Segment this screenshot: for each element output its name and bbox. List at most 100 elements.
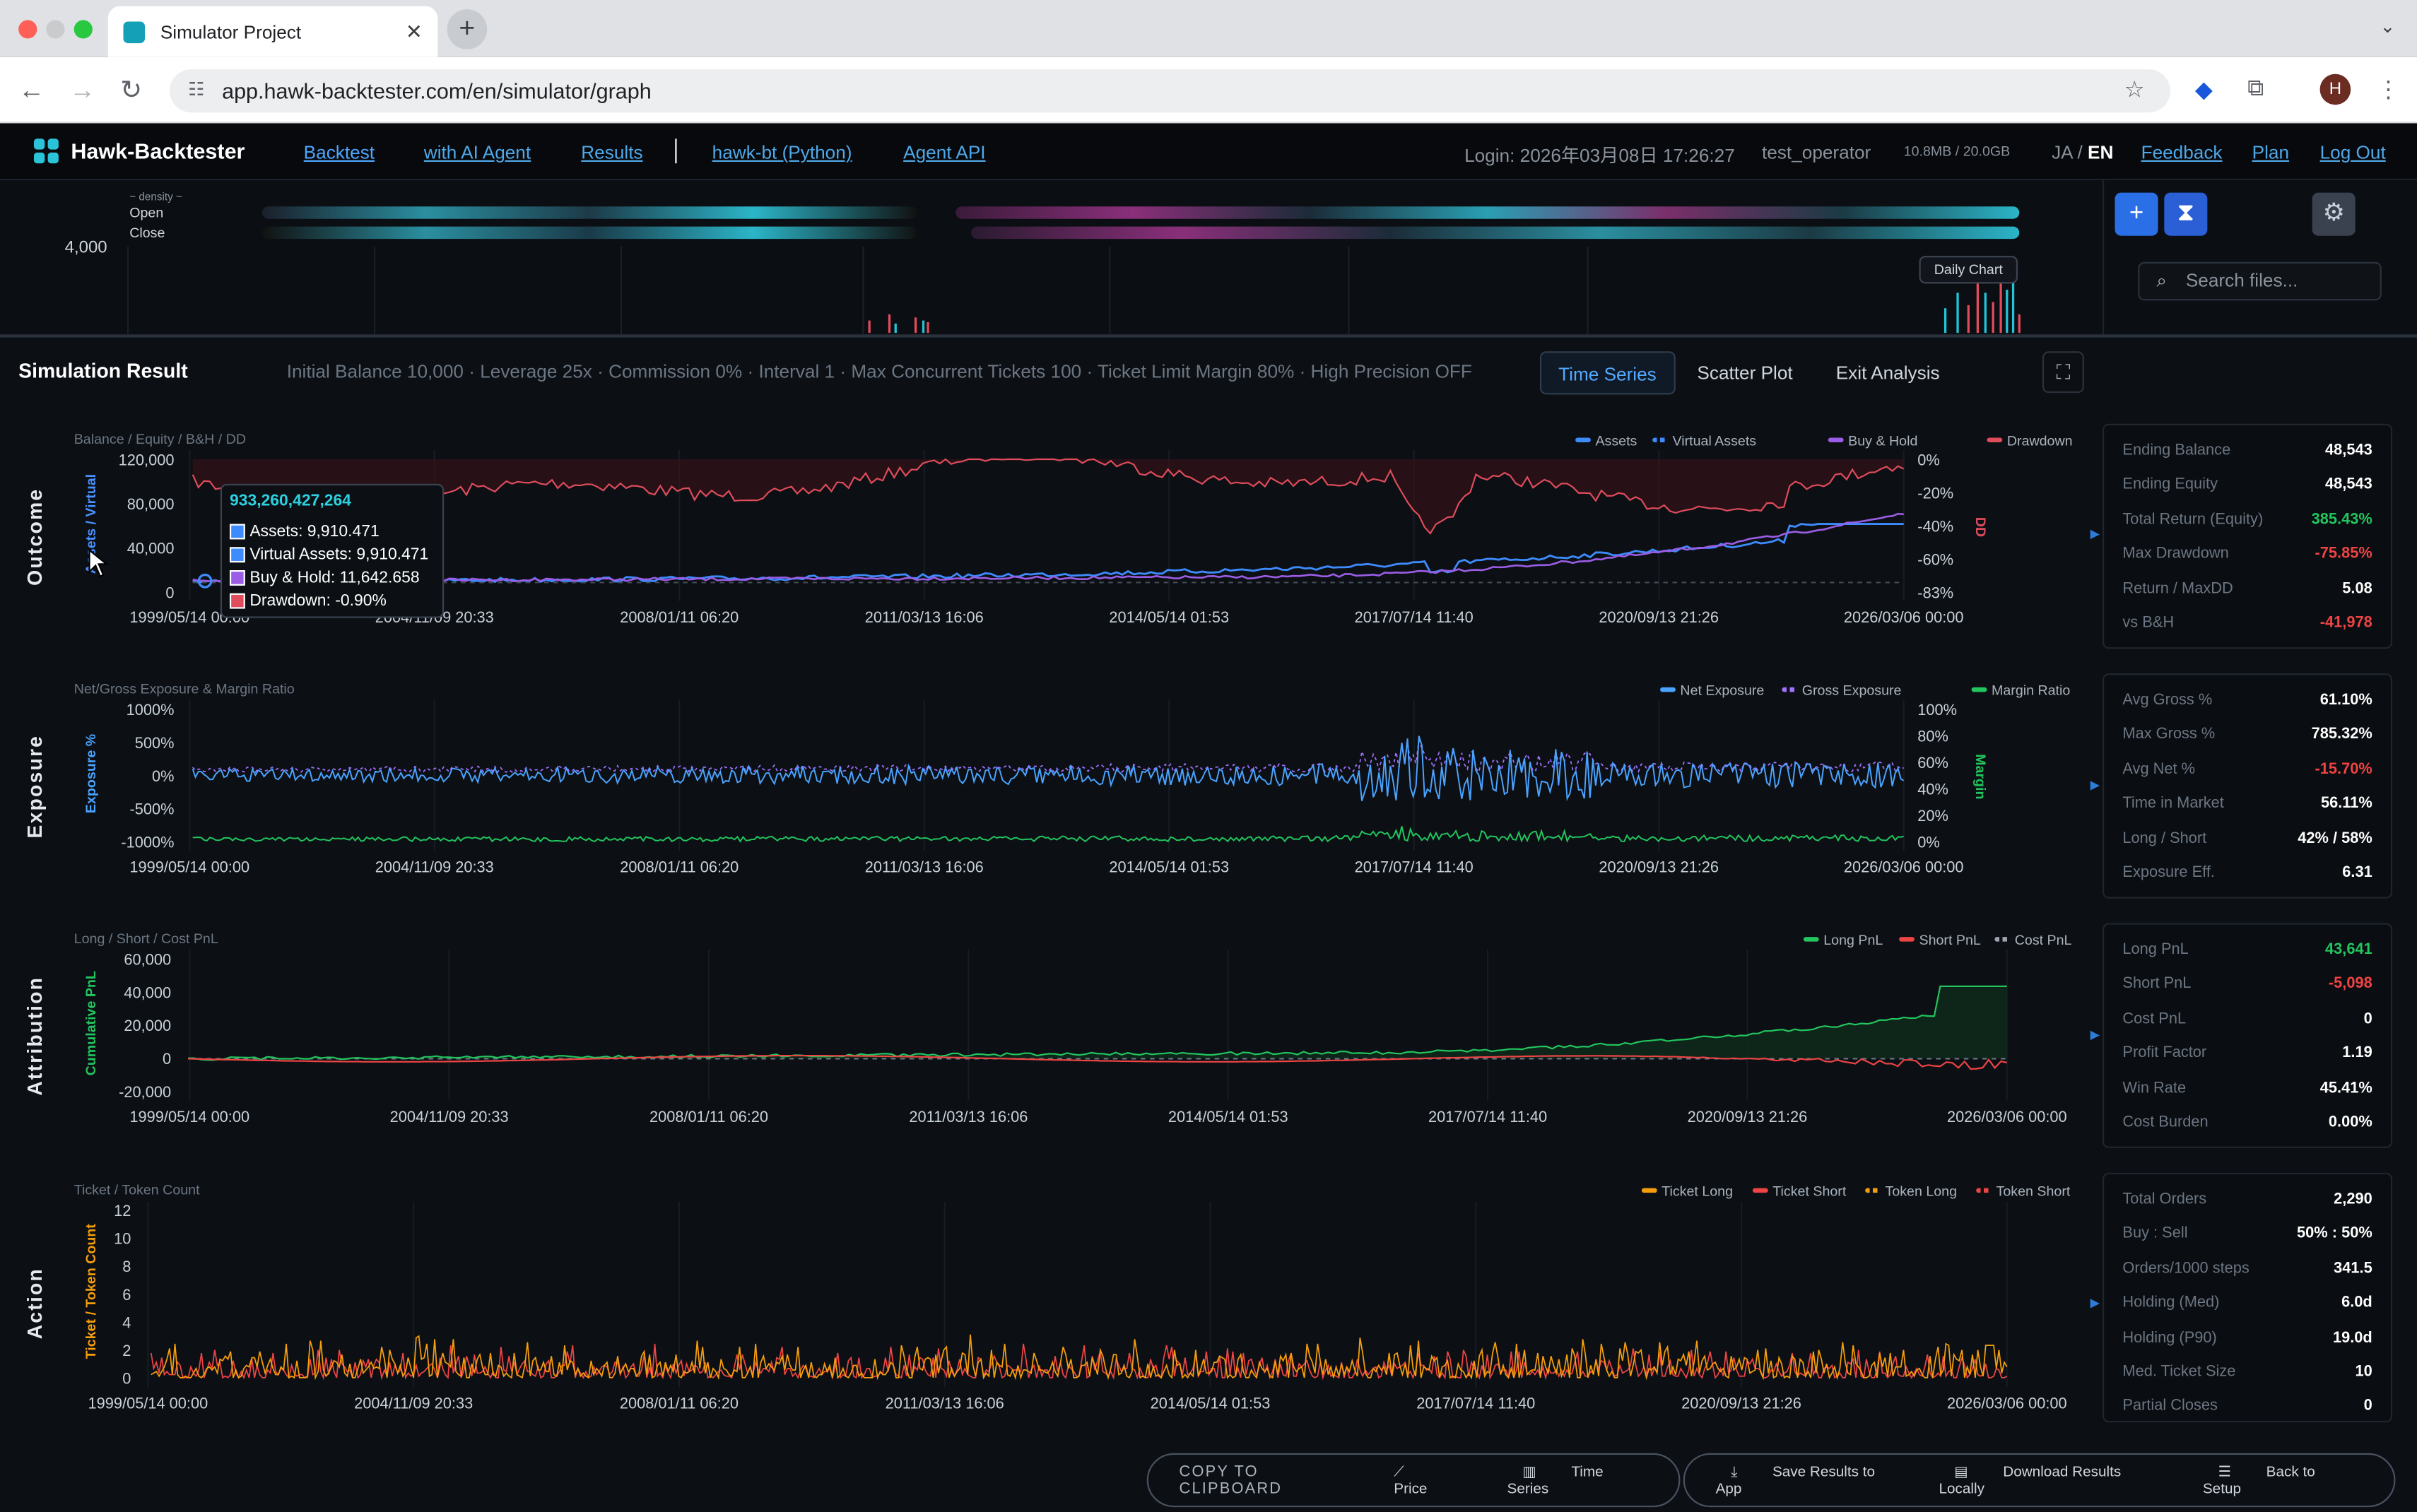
nav-ai-agent[interactable]: with AI Agent bbox=[424, 142, 531, 164]
copy-time-series-button[interactable]: ▥ Time Series bbox=[1507, 1463, 1648, 1497]
browser-tab[interactable]: Simulator Project ✕ bbox=[107, 6, 438, 57]
back-icon[interactable]: ← bbox=[18, 76, 45, 107]
browser-toolbar: ← → ↻ ☷ app.hawk-backtester.com/en/simul… bbox=[0, 57, 2417, 124]
outcome-chart-header: Balance / Equity / B&H / DD bbox=[73, 431, 246, 447]
attribution-chart[interactable]: 1999/05/14 00:00 2004/11/09 20:33 2008/01/… bbox=[61, 946, 2081, 1131]
expand-stats-arrow-icon[interactable]: ▶ bbox=[2090, 778, 2100, 792]
legend-buy-hold[interactable]: Buy & Hold bbox=[1828, 433, 1917, 449]
add-button[interactable]: + bbox=[2115, 192, 2158, 236]
site-info-icon[interactable]: ☷ bbox=[188, 78, 204, 100]
close-window-button[interactable] bbox=[18, 20, 37, 39]
tab-close-icon[interactable]: ✕ bbox=[406, 19, 423, 44]
legend-long-pnl[interactable]: Long PnL bbox=[1803, 933, 1883, 947]
expand-stats-arrow-icon[interactable]: ▶ bbox=[2090, 527, 2100, 541]
stat-row: Ending Balance 48,543 bbox=[2122, 442, 2372, 464]
minimize-window-button[interactable] bbox=[46, 20, 65, 39]
attribution-stats: Long PnL 43,641 Short PnL -5,098 Cost PnL 0 Pr… bbox=[2103, 923, 2393, 1148]
download-results-button[interactable]: ▤ Download Results Locally bbox=[1939, 1463, 2172, 1497]
address-bar[interactable]: ☷ app.hawk-backtester.com/en/simulator/g… bbox=[169, 69, 2171, 113]
tooltip-drawdown: Drawdown: -0.90% bbox=[229, 589, 435, 612]
new-tab-button[interactable]: + bbox=[447, 9, 488, 49]
settings-gear-icon[interactable]: ⚙ bbox=[2312, 192, 2356, 236]
net-exposure-line bbox=[192, 736, 1905, 801]
simulation-settings-summary: Initial Balance 10,000 · Leverage 25x · … bbox=[286, 360, 1472, 382]
stat-row: Exposure Eff. 6.31 bbox=[2122, 865, 2372, 887]
copy-price-button[interactable]: ⟋ Price bbox=[1378, 1463, 1476, 1497]
stat-row: Ending Equity 48,543 bbox=[2122, 477, 2372, 499]
browser-menu-icon[interactable]: ⋮ bbox=[2377, 76, 2400, 103]
legend-cost-pnl[interactable]: Cost PnL bbox=[1994, 933, 2071, 947]
search-icon: ⌕ bbox=[2156, 269, 2168, 292]
expand-stats-arrow-icon[interactable]: ▶ bbox=[2090, 1028, 2100, 1042]
back-to-setup-button[interactable]: ☰ Back to Setup bbox=[2203, 1463, 2363, 1497]
action-chart[interactable]: 1999/05/14 00:00 2004/11/09 20:33 2008/01/… bbox=[61, 1199, 2081, 1414]
x-tick-label: 2014/05/14 01:53 bbox=[1109, 608, 1229, 626]
expand-stats-arrow-icon[interactable]: ▶ bbox=[2090, 1296, 2100, 1310]
legend-virtual-assets[interactable]: Virtual Assets bbox=[1652, 433, 1756, 449]
y-tick-label: 4 bbox=[122, 1313, 131, 1331]
tab-scatter-plot[interactable]: Scatter Plot bbox=[1680, 351, 1809, 394]
legend-gross-exposure[interactable]: Gross Exposure bbox=[1782, 683, 1901, 698]
nav-results[interactable]: Results bbox=[581, 142, 642, 164]
tooltip-assets: Assets: 9,910.471 bbox=[229, 519, 435, 543]
language-switch[interactable]: JA / EN bbox=[2052, 142, 2113, 164]
feedback-link[interactable]: Feedback bbox=[2141, 142, 2223, 164]
bookmark-star-icon[interactable]: ☆ bbox=[2124, 76, 2145, 103]
maximize-window-button[interactable] bbox=[73, 20, 93, 39]
fullscreen-icon[interactable]: ⛶ bbox=[2042, 351, 2084, 394]
tab-time-series[interactable]: Time Series bbox=[1539, 351, 1675, 395]
legend-assets[interactable]: Assets bbox=[1575, 433, 1637, 449]
open-density-label: Open bbox=[129, 205, 164, 220]
reload-icon[interactable]: ↻ bbox=[120, 76, 142, 107]
tab-search-chevron-icon[interactable]: ⌄ bbox=[2380, 16, 2396, 37]
stat-row: Med. Ticket Size 10 bbox=[2122, 1364, 2372, 1386]
download-icon: ⤓ bbox=[1731, 1463, 1738, 1480]
lang-ja[interactable]: JA bbox=[2052, 142, 2072, 164]
extension-shield-icon[interactable]: ◆ bbox=[2195, 76, 2213, 103]
logout-link[interactable]: Log Out bbox=[2320, 142, 2386, 164]
file-search-input[interactable]: ⌕ Search files... bbox=[2138, 261, 2382, 301]
y-tick-label: 80,000 bbox=[127, 495, 175, 513]
hourglass-icon[interactable]: ⧗ bbox=[2164, 192, 2208, 236]
legend-drawdown[interactable]: Drawdown bbox=[1987, 433, 2073, 449]
stat-row: Avg Net % -15.70% bbox=[2122, 761, 2372, 783]
forward-icon[interactable]: → bbox=[69, 76, 95, 107]
x-tick-label: 2026/03/06 00:00 bbox=[1947, 1395, 2067, 1412]
axis-title: DD bbox=[1972, 517, 1988, 537]
nav-agent-api[interactable]: Agent API bbox=[903, 142, 985, 164]
profile-avatar[interactable]: H bbox=[2319, 73, 2351, 105]
stat-label: Med. Ticket Size bbox=[2122, 1364, 2236, 1381]
lang-en[interactable]: EN bbox=[2088, 142, 2113, 164]
y-tick-label: 2 bbox=[122, 1342, 131, 1359]
daily-chart-button[interactable]: Daily Chart bbox=[1919, 256, 2018, 284]
legend-ticket-long[interactable]: Ticket Long bbox=[1641, 1183, 1733, 1199]
nav-python[interactable]: hawk-bt (Python) bbox=[712, 142, 852, 164]
y-tick-label: 60% bbox=[1917, 754, 1948, 772]
copy-to-clipboard-button[interactable]: COPY TO CLIPBOARD bbox=[1180, 1463, 1348, 1497]
stat-label: Max Drawdown bbox=[2122, 545, 2229, 563]
x-tick-label: 2017/07/14 11:40 bbox=[1428, 1108, 1547, 1126]
y-tick-label: -60% bbox=[1917, 550, 1953, 568]
save-results-button[interactable]: ⤓ Save Results to App bbox=[1716, 1463, 1908, 1497]
legend-token-long[interactable]: Token Long bbox=[1865, 1183, 1957, 1199]
stat-value: 0 bbox=[2363, 1010, 2372, 1028]
y-tick-label: -1000% bbox=[121, 834, 174, 851]
x-tick-label: 2026/03/06 00:00 bbox=[1844, 608, 1964, 626]
x-tick-label: 2017/07/14 11:40 bbox=[1355, 858, 1474, 876]
stat-row: Long / Short 42% / 58% bbox=[2122, 830, 2372, 852]
legend-token-short[interactable]: Token Short bbox=[1976, 1183, 2070, 1199]
stat-label: Win Rate bbox=[2122, 1080, 2187, 1097]
line-chart-icon: ⟋ bbox=[1394, 1463, 1404, 1480]
plan-link[interactable]: Plan bbox=[2252, 142, 2289, 164]
exposure-chart[interactable]: 1999/05/14 00:00 2004/11/09 20:33 2008/01/… bbox=[61, 697, 2081, 882]
legend-net-exposure[interactable]: Net Exposure bbox=[1660, 683, 1764, 698]
drawdown-area bbox=[192, 459, 1904, 534]
nav-backtest[interactable]: Backtest bbox=[304, 142, 375, 164]
stat-row: Orders/1000 steps 341.5 bbox=[2122, 1260, 2372, 1282]
extensions-puzzle-icon[interactable]: ⧉ bbox=[2247, 76, 2264, 102]
legend-short-pnl[interactable]: Short PnL bbox=[1899, 933, 1981, 947]
tab-title: Simulator Project bbox=[160, 20, 302, 42]
tab-exit-analysis[interactable]: Exit Analysis bbox=[1819, 351, 1957, 394]
legend-ticket-short[interactable]: Ticket Short bbox=[1752, 1183, 1846, 1199]
legend-margin-ratio[interactable]: Margin Ratio bbox=[1971, 683, 2070, 698]
